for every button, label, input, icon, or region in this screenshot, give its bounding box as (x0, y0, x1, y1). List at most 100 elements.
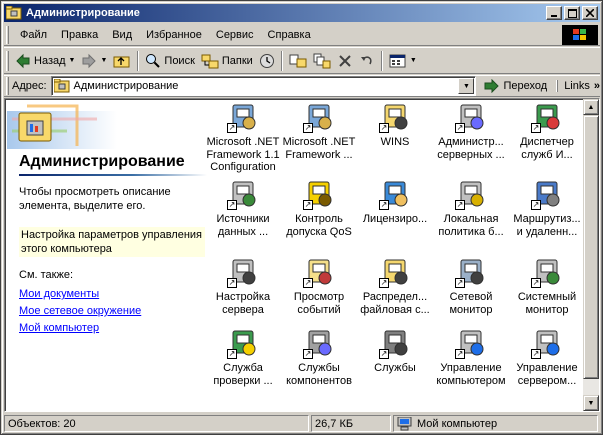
admin-tool-item[interactable]: ↗ Службы компонентов (281, 327, 357, 387)
menu-edit[interactable]: Правка (54, 27, 105, 43)
undo-button[interactable] (356, 50, 378, 72)
windows-flag-icon (573, 29, 586, 40)
admin-tool-label: Локальная политика б... (438, 213, 504, 238)
scroll-up-button[interactable]: ▲ (583, 99, 599, 115)
status-size: 26,7 КБ (311, 415, 391, 432)
admin-tool-item[interactable]: ↗ Источники данных ... (205, 178, 281, 238)
scroll-thumb[interactable] (583, 115, 599, 379)
shortcut-arrow-icon: ↗ (303, 123, 313, 133)
admin-tool-label: Службы (374, 362, 416, 374)
views-dropdown-icon[interactable]: ▼ (410, 57, 417, 64)
address-bar: Адрес: Администрирование ▼ Переход Links… (4, 75, 600, 97)
forward-button[interactable]: ▼ (78, 50, 110, 72)
admin-tool-label: Маршрутиз... и удаленн... (513, 213, 581, 238)
folders-button[interactable]: Папки (198, 50, 256, 72)
menu-help[interactable]: Справка (261, 27, 318, 43)
forward-dropdown-icon[interactable]: ▼ (100, 57, 107, 64)
status-object-count: Объектов: 20 (4, 415, 309, 432)
folders-icon (201, 54, 219, 68)
web-view-pane: Администрирование Чтобы просмотреть опис… (7, 101, 207, 409)
up-folder-button[interactable] (110, 50, 134, 72)
menu-tools[interactable]: Сервис (209, 27, 261, 43)
admin-tool-item[interactable]: ↗ Служба проверки ... (205, 327, 281, 387)
explorer-window: Администрирование Файл Правка Вид Избран… (0, 0, 603, 435)
admin-tool-item[interactable]: ↗ Диспетчер служб И... (509, 101, 585, 161)
admin-tool-item[interactable]: ↗ Распредел... файловая с... (357, 256, 433, 316)
minimize-button[interactable] (546, 6, 562, 20)
scroll-down-button[interactable]: ▼ (583, 395, 599, 411)
history-button[interactable] (256, 50, 278, 72)
vertical-scrollbar[interactable]: ▲ ▼ (583, 99, 599, 411)
link-my-documents[interactable]: Мои документы (19, 288, 99, 300)
admin-tool-label: Администр... серверных ... (437, 136, 505, 161)
toolbar-separator (280, 50, 283, 71)
history-icon (259, 53, 274, 68)
admin-tool-item[interactable]: ↗ Управление сервером... (509, 327, 585, 387)
go-label: Переход (503, 80, 548, 92)
status-location-label: Мой компьютер (417, 417, 498, 430)
views-button[interactable]: ▼ (386, 50, 420, 72)
admin-tool-item[interactable]: ↗ Системный монитор (509, 256, 585, 316)
windows-logo (562, 25, 598, 45)
delete-button[interactable] (334, 50, 356, 72)
menu-view[interactable]: Вид (105, 27, 139, 43)
admin-tool-label: Управление компьютером (436, 362, 506, 387)
status-bar: Объектов: 20 26,7 КБ Мой компьютер (4, 414, 600, 433)
folder-admin-icon (53, 79, 70, 93)
link-my-computer[interactable]: Мой компьютер (19, 322, 99, 334)
shortcut-arrow-icon: ↗ (531, 349, 541, 359)
odbc-icon: ↗ (227, 178, 259, 210)
go-button[interactable]: Переход (484, 79, 547, 93)
admin-tool-label: Системный монитор (517, 291, 577, 316)
maximize-button[interactable] (564, 6, 580, 20)
admin-tool-item[interactable]: ↗ Microsoft .NET Framework ... (281, 101, 357, 161)
address-input[interactable]: Администрирование ▼ (50, 76, 477, 96)
admin-tool-label: Распредел... файловая с... (360, 291, 430, 316)
title-bar[interactable]: Администрирование (4, 4, 600, 22)
admin-tool-label: Сетевой монитор (449, 291, 493, 316)
menu-grip[interactable] (6, 25, 9, 44)
status-location: Мой компьютер (393, 415, 598, 432)
admin-tool-item[interactable]: ↗ Microsoft .NET Framework 1.1 Configurat… (205, 101, 281, 174)
shortcut-arrow-icon: ↗ (455, 349, 465, 359)
performance-icon: ↗ (531, 256, 563, 288)
admin-tool-label: Службы компонентов (286, 362, 352, 387)
folder-admin-icon (6, 6, 22, 20)
admin-tool-label: Настройка сервера (215, 291, 271, 316)
menu-favorites[interactable]: Избранное (139, 27, 209, 43)
undo-icon (360, 55, 372, 64)
admin-tool-item[interactable]: ↗ Просмотр событий (281, 256, 357, 316)
admin-tool-item[interactable]: ↗ WINS (357, 101, 433, 149)
routing-icon: ↗ (531, 178, 563, 210)
dfs-icon: ↗ (379, 256, 411, 288)
address-grip[interactable] (6, 77, 9, 95)
link-my-network-places[interactable]: Мое сетевое окружение (19, 305, 141, 317)
admin-tool-item[interactable]: ↗ Локальная политика б... (433, 178, 509, 238)
admin-tool-item[interactable]: ↗ Лицензиро... (357, 178, 433, 226)
admin-tool-label: Microsoft .NET Framework 1.1 Configurati… (206, 136, 280, 173)
search-button[interactable]: Поиск (142, 50, 197, 72)
toolbar-grip[interactable] (6, 50, 9, 71)
shortcut-arrow-icon: ↗ (455, 278, 465, 288)
chevron-right-icon[interactable]: » (594, 80, 600, 92)
admin-tool-item[interactable]: ↗ Маршрутиз... и удаленн... (509, 178, 585, 238)
toolbar-separator (380, 50, 383, 71)
links-toolbar[interactable]: Links » (557, 80, 600, 92)
menu-file[interactable]: Файл (13, 27, 54, 43)
copy-to-button[interactable] (310, 50, 334, 72)
close-icon (586, 9, 594, 17)
admin-tool-item[interactable]: ↗ Управление компьютером (433, 327, 509, 387)
move-to-button[interactable] (286, 50, 310, 72)
close-button[interactable] (582, 6, 598, 20)
admin-tool-item[interactable]: ↗ Администр... серверных ... (433, 101, 509, 161)
server-management-icon: ↗ (531, 327, 563, 359)
event-viewer-icon: ↗ (303, 256, 335, 288)
forward-arrow-icon (82, 53, 97, 68)
admin-tool-item[interactable]: ↗ Сетевой монитор (433, 256, 509, 316)
back-button[interactable]: Назад ▼ (12, 50, 78, 72)
admin-tool-item[interactable]: ↗ Контроль допуска QoS (281, 178, 357, 238)
back-dropdown-icon[interactable]: ▼ (69, 57, 76, 64)
admin-tool-item[interactable]: ↗ Службы (357, 327, 433, 375)
admin-tool-item[interactable]: ↗ Настройка сервера (205, 256, 281, 316)
address-dropdown-button[interactable]: ▼ (458, 78, 475, 94)
